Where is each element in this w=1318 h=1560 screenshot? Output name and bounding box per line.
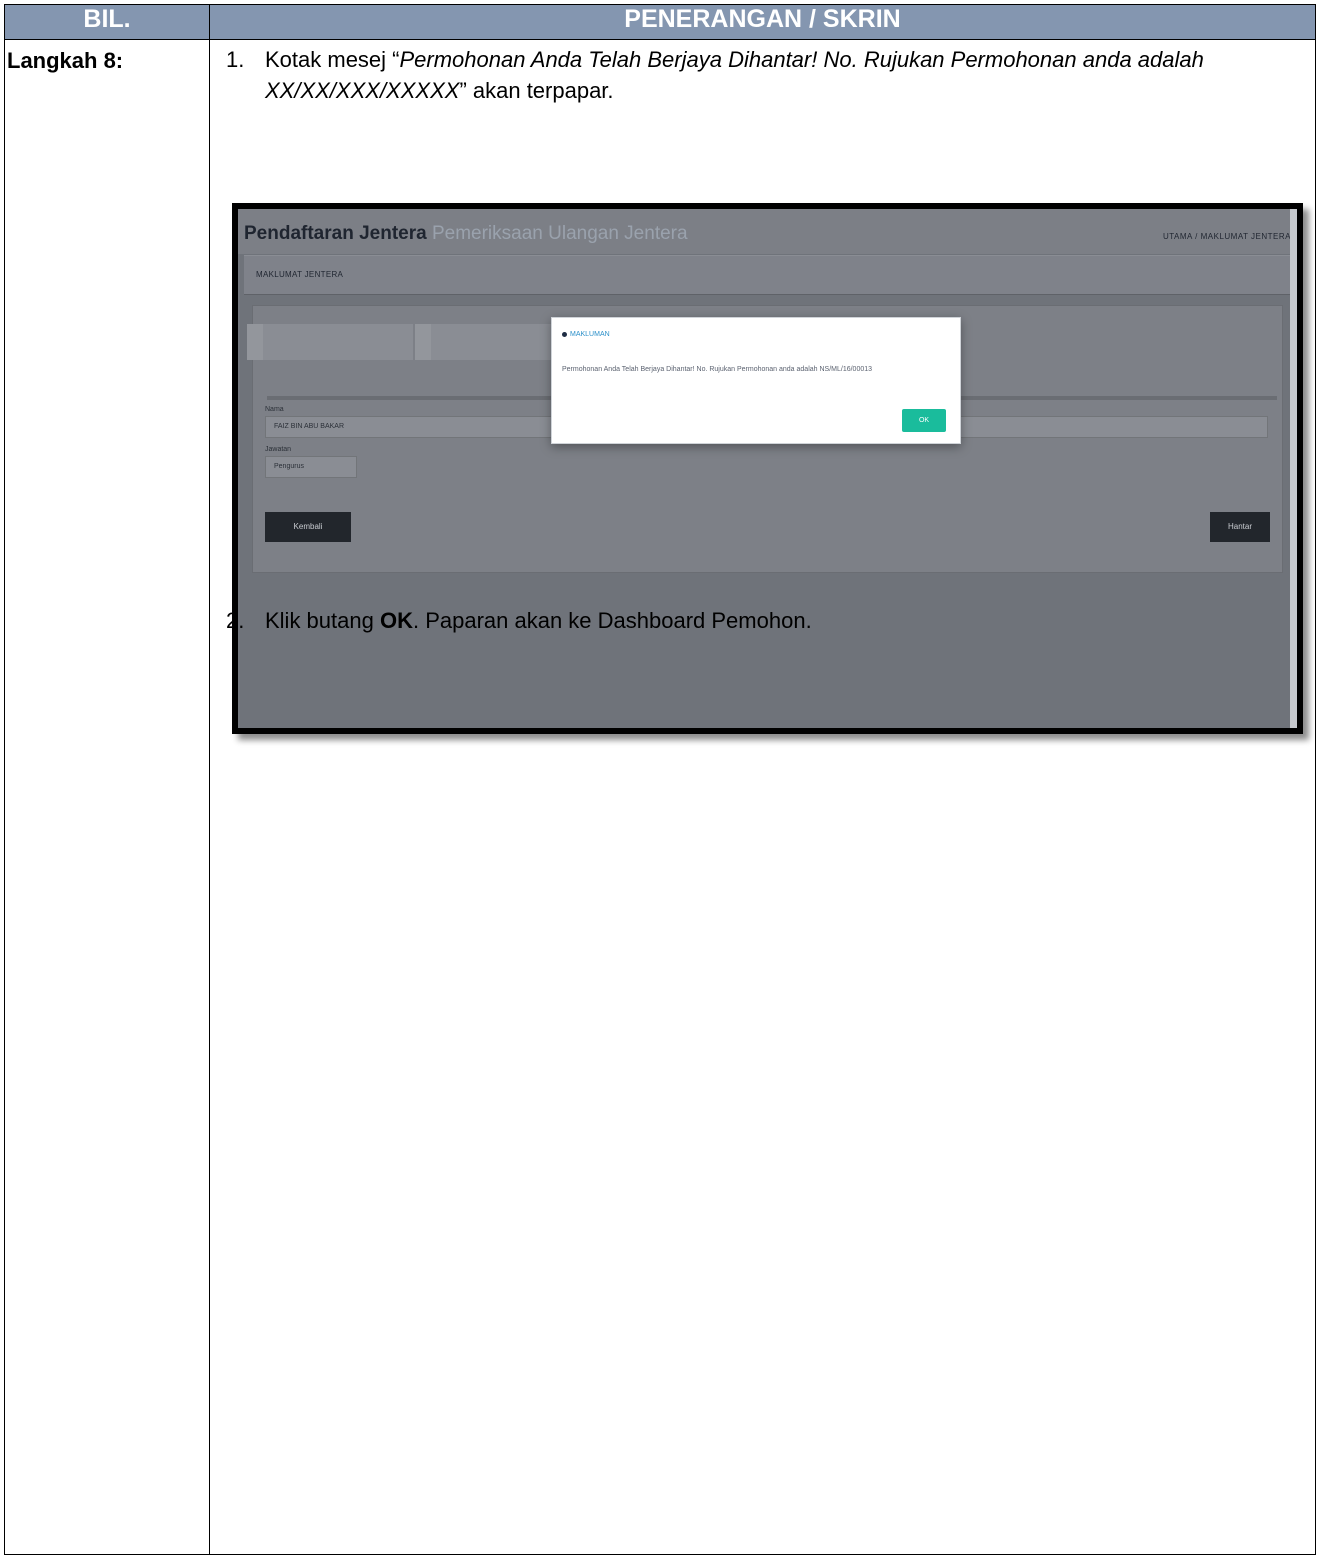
step-1-text: Kotak mesej “Permohonan Anda Telah Berja… bbox=[265, 44, 1306, 106]
nama-value: FAIZ BIN ABU BAKAR bbox=[274, 423, 345, 430]
step-1-text-post: ” akan terpapar. bbox=[459, 78, 614, 103]
step-2-text-post: . Paparan akan ke Dashboard Pemohon. bbox=[412, 608, 812, 633]
step-2-text-pre: Klik butang bbox=[265, 608, 380, 633]
procedure-table: BIL. PENERANGAN / SKRIN Langkah 8: 1. Ko… bbox=[4, 4, 1316, 1555]
app-header: Pendaftaran Jentera Pemeriksaan Ulangan … bbox=[238, 209, 1297, 254]
jawatan-value: Pengurus bbox=[274, 463, 304, 470]
modal-message: Permohonan Anda Telah Berjaya Dihantar! … bbox=[562, 366, 873, 373]
header-bil: BIL. bbox=[4, 4, 210, 40]
wizard-step-2 bbox=[431, 324, 551, 360]
step-1-text-pre: Kotak mesej “ bbox=[265, 47, 400, 72]
embedded-screenshot: Pendaftaran Jentera Pemeriksaan Ulangan … bbox=[232, 203, 1303, 734]
step-2-text: Klik butang OK. Paparan akan ke Dashboar… bbox=[265, 605, 1306, 636]
step-1-number: 1. bbox=[226, 47, 245, 72]
success-modal: MAKLUMAN Permohonan Anda Telah Berjaya D… bbox=[551, 317, 961, 444]
app-footer bbox=[244, 594, 1291, 604]
modal-title: MAKLUMAN bbox=[562, 331, 610, 338]
app-title-light: Pemeriksaan Ulangan Jentera bbox=[431, 223, 688, 244]
step-1-message-italic: Permohonan Anda Telah Berjaya Dihantar! … bbox=[265, 47, 1204, 103]
table-row: Langkah 8: 1. Kotak mesej “Permohonan An… bbox=[4, 39, 1316, 1555]
content-cell: 1. Kotak mesej “Permohonan Anda Telah Be… bbox=[209, 39, 1316, 1555]
app-title: Pendaftaran Jentera Pemeriksaan Ulangan … bbox=[244, 223, 688, 245]
app-title-bold: Pendaftaran Jentera bbox=[244, 223, 427, 244]
step-2: 2. Klik butang OK. Paparan akan ke Dashb… bbox=[226, 605, 1306, 636]
label-nama: Nama bbox=[265, 406, 284, 413]
hantar-button[interactable]: Hantar bbox=[1210, 512, 1270, 542]
step-2-number: 2. bbox=[226, 608, 245, 633]
modal-ok-button[interactable]: OK bbox=[902, 409, 946, 432]
modal-title-text: MAKLUMAN bbox=[570, 331, 610, 338]
document-page: BIL. PENERANGAN / SKRIN Langkah 8: 1. Ko… bbox=[0, 0, 1318, 1560]
step-2-ok-bold: OK bbox=[379, 608, 413, 633]
label-jawatan: Jawatan bbox=[265, 446, 292, 453]
info-icon bbox=[562, 331, 567, 337]
header-content: PENERANGAN / SKRIN bbox=[209, 4, 1316, 40]
breadcrumb: UTAMA / MAKLUMAT JENTERA bbox=[1162, 232, 1291, 241]
step-label: Langkah 8: bbox=[4, 39, 210, 1555]
kembali-button[interactable]: Kembali bbox=[265, 512, 351, 542]
wizard-step-1 bbox=[263, 324, 413, 360]
section-bar: MAKLUMAT JENTERA bbox=[244, 255, 1291, 295]
step-1: 1. Kotak mesej “Permohonan Anda Telah Be… bbox=[226, 44, 1306, 106]
table-header-row: BIL. PENERANGAN / SKRIN bbox=[4, 4, 1316, 40]
section-title: MAKLUMAT JENTERA bbox=[256, 270, 344, 279]
screenshot-scrollbar bbox=[1290, 209, 1297, 728]
jawatan-field: Pengurus bbox=[265, 456, 357, 478]
